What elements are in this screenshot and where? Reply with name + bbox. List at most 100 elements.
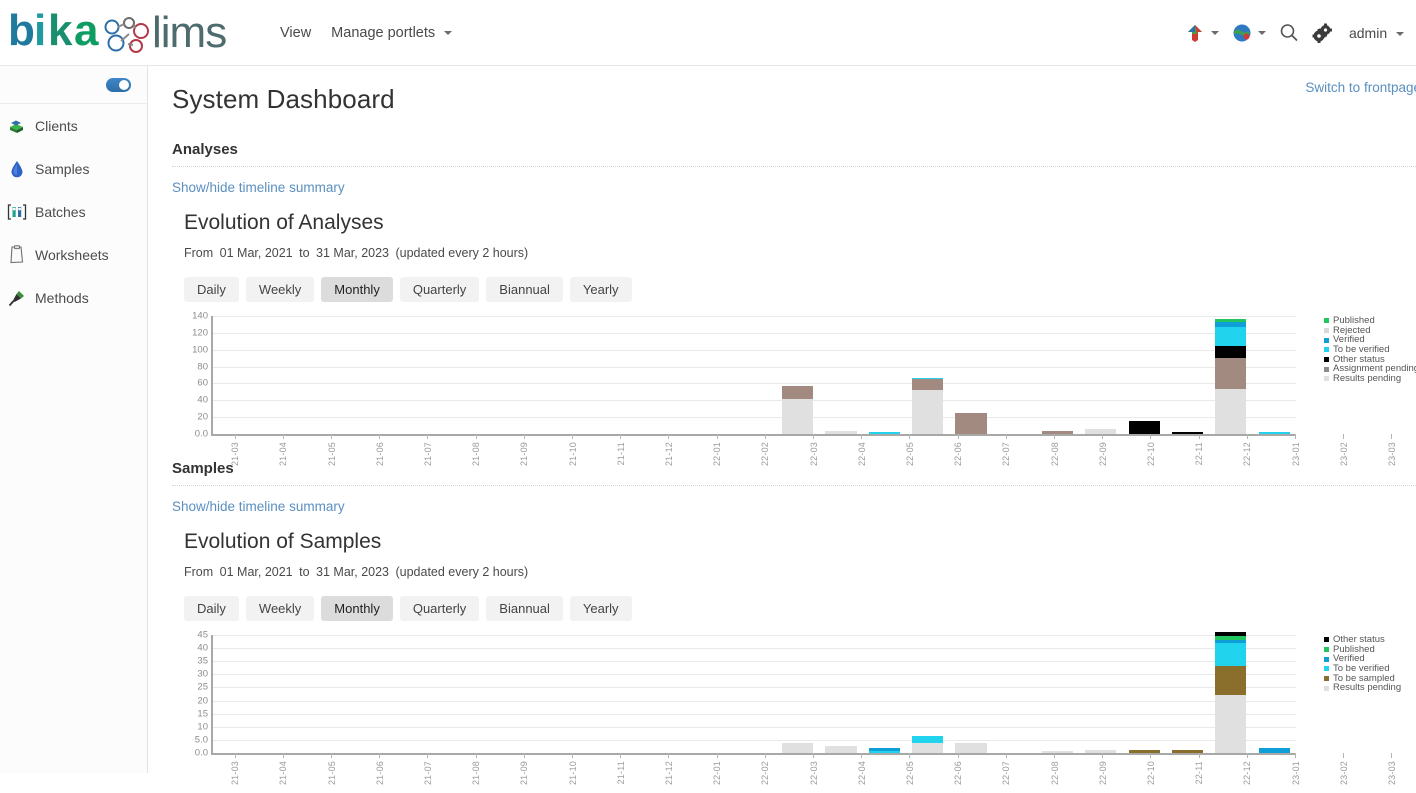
bar-slot[interactable] [213, 316, 256, 434]
search-icon[interactable] [1273, 18, 1305, 48]
bar-slot[interactable] [473, 316, 516, 434]
sidebar-item-clients[interactable]: Clients [0, 104, 147, 147]
bar-slot[interactable] [646, 635, 689, 753]
bar-slot[interactable] [430, 316, 473, 434]
x-axis-tick-label: 21-10 [567, 761, 578, 786]
sidebar-item-methods[interactable]: Methods [0, 276, 147, 319]
legend-item[interactable]: Results pending [1324, 683, 1401, 693]
bar-slot[interactable] [776, 635, 819, 753]
gears-settings-icon[interactable] [1307, 18, 1339, 48]
legend-item[interactable]: Results pending [1324, 374, 1416, 384]
x-axis-tick-label: 22-09 [1097, 442, 1108, 467]
bar-slot[interactable] [819, 316, 862, 434]
bar-slot[interactable] [646, 316, 689, 434]
bar-slot[interactable] [300, 316, 343, 434]
bar-slot[interactable] [1123, 635, 1166, 753]
bar-slot[interactable] [386, 635, 429, 753]
bar-slot[interactable] [343, 635, 386, 753]
stacked-bar[interactable] [955, 742, 987, 753]
bar-slot[interactable] [776, 316, 819, 434]
period-tab-yearly[interactable]: Yearly [569, 596, 632, 621]
bar-slot[interactable] [733, 635, 776, 753]
bar-slot[interactable] [1123, 316, 1166, 434]
plone-logo-icon[interactable] [1179, 18, 1224, 48]
period-tab-biannual[interactable]: Biannual [486, 277, 563, 302]
globe-language-icon[interactable] [1226, 18, 1271, 48]
bar-slot[interactable] [343, 316, 386, 434]
period-tab-quarterly[interactable]: Quarterly [399, 596, 480, 621]
bar-slot[interactable] [603, 635, 646, 753]
stacked-bar[interactable] [912, 377, 944, 434]
stacked-bar[interactable] [912, 735, 944, 753]
stacked-bar[interactable] [1215, 632, 1247, 753]
nav-link-view[interactable]: View [270, 19, 321, 47]
bar-slot[interactable] [1166, 635, 1209, 753]
bar-slot[interactable] [213, 635, 256, 753]
stacked-bar[interactable] [782, 385, 814, 434]
bar-slot[interactable] [1209, 632, 1252, 753]
period-tab-daily[interactable]: Daily [184, 596, 239, 621]
bar-slot[interactable] [1079, 635, 1122, 753]
bar-slot[interactable] [689, 635, 732, 753]
bar-slot[interactable] [993, 635, 1036, 753]
bar-slot[interactable] [1253, 316, 1296, 434]
period-tab-monthly[interactable]: Monthly [321, 277, 393, 302]
x-axis-tick-label: 22-10 [1145, 442, 1156, 467]
bar-slot[interactable] [1036, 316, 1079, 434]
bar-slot[interactable] [949, 635, 992, 753]
tick-mark [1005, 753, 1007, 758]
stacked-bar[interactable] [1215, 319, 1247, 434]
period-tab-daily[interactable]: Daily [184, 277, 239, 302]
bar-slot[interactable] [516, 316, 559, 434]
samples-chart: 45 40 35 30 25 20 15 10 5.0 0.0 21-03 21-04 21-05 21-… [184, 630, 1416, 786]
bika-lims-logo[interactable]: b i k a lims [8, 9, 230, 57]
period-tab-biannual[interactable]: Biannual [486, 596, 563, 621]
nav-link-manage-portlets[interactable]: Manage portlets [321, 19, 462, 47]
x-tick: 22-11 [1175, 434, 1223, 474]
show-hide-timeline-summary-samples[interactable]: Show/hide timeline summary [172, 499, 345, 514]
bar-slot[interactable] [863, 635, 906, 753]
bar-slot[interactable] [300, 635, 343, 753]
bar-slot[interactable] [560, 316, 603, 434]
bar-slot[interactable] [993, 316, 1036, 434]
period-tab-monthly[interactable]: Monthly [321, 596, 393, 621]
bar-slot[interactable] [560, 635, 603, 753]
bar-slot[interactable] [1209, 316, 1252, 434]
bar-slot[interactable] [906, 635, 949, 753]
bar-slot[interactable] [256, 635, 299, 753]
bar-slot[interactable] [819, 635, 862, 753]
bar-slot[interactable] [863, 316, 906, 434]
bar-slot[interactable] [906, 316, 949, 434]
period-tab-weekly[interactable]: Weekly [245, 596, 315, 621]
bar-slot[interactable] [473, 635, 516, 753]
y-axis-tick-label: 100 [192, 344, 208, 356]
bar-slot[interactable] [516, 635, 559, 753]
stacked-bar[interactable] [782, 742, 814, 753]
bar-slot[interactable] [603, 316, 646, 434]
user-menu[interactable]: admin [1349, 25, 1404, 41]
bar-slot[interactable] [1166, 316, 1209, 434]
bar-slot[interactable] [1036, 635, 1079, 753]
sidebar-item-samples[interactable]: Samples [0, 147, 147, 190]
period-tab-weekly[interactable]: Weekly [245, 277, 315, 302]
sidebar-item-worksheets[interactable]: Worksheets [0, 233, 147, 276]
sidebar-expand-toggle[interactable] [106, 77, 131, 92]
bar-slot[interactable] [949, 316, 992, 434]
stacked-bar[interactable] [1128, 421, 1160, 434]
bar-slot[interactable] [386, 316, 429, 434]
bar-slot[interactable] [733, 316, 776, 434]
bar-slot[interactable] [689, 316, 732, 434]
bar-slot[interactable] [1253, 635, 1296, 753]
stacked-bar[interactable] [955, 412, 987, 434]
show-hide-timeline-summary-analyses[interactable]: Show/hide timeline summary [172, 180, 345, 195]
sidebar-item-label: Worksheets [35, 246, 109, 263]
period-tab-quarterly[interactable]: Quarterly [399, 277, 480, 302]
sidebar-item-batches[interactable]: Batches [0, 190, 147, 233]
bar-slot[interactable] [430, 635, 473, 753]
bar-slot[interactable] [256, 316, 299, 434]
tick-mark [1343, 753, 1345, 758]
bar-slot[interactable] [1079, 316, 1122, 434]
switch-to-frontpage-link[interactable]: Switch to frontpage [1305, 80, 1416, 95]
period-tab-yearly[interactable]: Yearly [569, 277, 632, 302]
x-tick: 21-06 [356, 434, 404, 474]
